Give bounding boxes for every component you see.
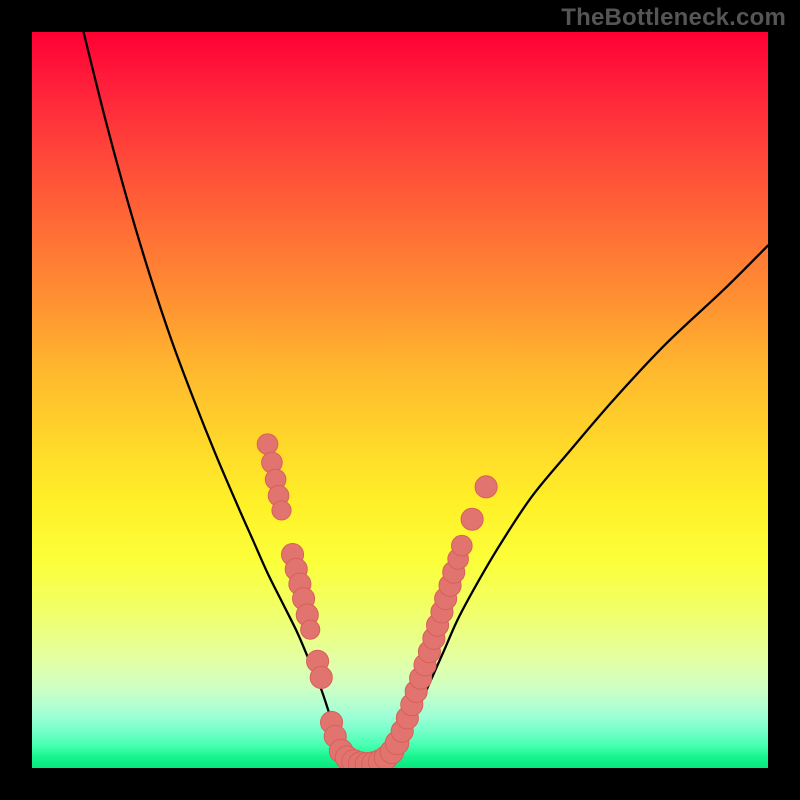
data-marker: [452, 535, 473, 556]
data-marker: [257, 434, 278, 455]
data-marker: [475, 476, 497, 498]
data-marker: [301, 620, 320, 639]
plot-area: [32, 32, 768, 768]
data-marker: [461, 508, 483, 530]
data-marker: [310, 666, 332, 688]
marker-layer: [257, 434, 497, 768]
chart-svg: [32, 32, 768, 768]
watermark-text: TheBottleneck.com: [561, 4, 786, 32]
data-marker: [272, 501, 291, 520]
chart-frame: TheBottleneck.com: [0, 0, 800, 800]
